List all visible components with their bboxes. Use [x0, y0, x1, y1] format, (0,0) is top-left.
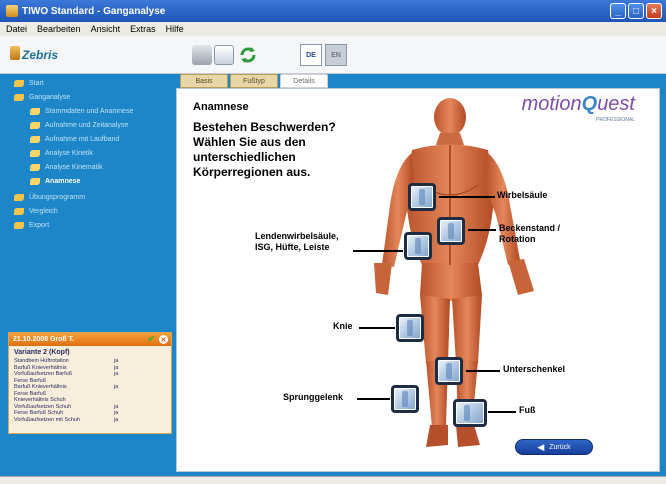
window-controls: _ □ × [610, 3, 662, 19]
patient-subtitle: Variante 2 (Kopf) [14, 349, 70, 356]
label-wirbelsaeule[interactable]: Wirbelsäule [497, 190, 547, 201]
app-logo: Zebris [9, 46, 59, 62]
bullet-icon [30, 122, 40, 129]
maximize-button[interactable]: □ [628, 3, 644, 19]
arrow-left-icon: ◀ [537, 441, 545, 452]
check-icon[interactable]: ✔ [147, 334, 155, 345]
minimize-button[interactable]: _ [610, 3, 626, 19]
sidebar-item-export[interactable]: Export [14, 222, 49, 229]
sidebar-item-vergleich[interactable]: Vergleich [14, 208, 58, 215]
label-knie[interactable]: Knie [333, 321, 353, 332]
app-window: TIWO Standard - Ganganalyse _ □ × Datei … [0, 0, 666, 484]
region-knie-hotspot[interactable] [396, 314, 424, 342]
patient-row: Vorfußaufsetzen mit Schuh ja [14, 416, 119, 423]
bullet-icon [30, 178, 40, 185]
leader-line [353, 250, 403, 252]
sidebar-item-aufnahme[interactable]: Aufnahme und Zeitanalyse [30, 122, 128, 129]
menu-help[interactable]: Hilfe [166, 24, 184, 34]
app-icon [6, 5, 18, 17]
sidebar-item-kinetik[interactable]: Analyse Kinetik [30, 150, 93, 157]
language-other-button[interactable]: EN [325, 44, 347, 66]
region-lende-hotspot[interactable] [404, 232, 432, 260]
patient-header[interactable]: 21.10.2008 Groß T. ✔ ✕ [9, 333, 171, 346]
menu-file[interactable]: Datei [6, 24, 27, 34]
leader-line [359, 327, 395, 329]
close-button[interactable]: × [646, 3, 662, 19]
region-wirbelsaeule-hotspot[interactable] [408, 183, 436, 211]
tab-fusstyp[interactable]: Fußtyp [230, 74, 278, 88]
body-figure-image [374, 98, 534, 447]
content-area: Basis Fußtyp Details motionQuest PROFESS… [172, 74, 666, 476]
tab-basis[interactable]: Basis [180, 74, 228, 88]
leader-line [439, 196, 495, 198]
sidebar-item-uebungsprogramm[interactable]: Übungsprogramm [14, 194, 85, 201]
leader-line [468, 229, 496, 231]
window-title: TIWO Standard - Ganganalyse [22, 5, 166, 17]
label-sprunggelenk[interactable]: Sprunggelenk [283, 392, 343, 403]
label-lende[interactable]: Lendenwirbelsäule, ISG, Hüfte, Leiste [255, 231, 359, 253]
menu-bar: Datei Bearbeiten Ansicht Extras Hilfe [0, 22, 666, 36]
label-fuss[interactable]: Fuß [519, 405, 536, 416]
region-becken-hotspot[interactable] [437, 217, 465, 245]
label-becken[interactable]: Beckenstand / Rotation [499, 223, 589, 245]
status-bar [0, 476, 666, 484]
region-fuss-hotspot[interactable] [453, 399, 487, 427]
leader-line [357, 398, 390, 400]
close-icon[interactable]: ✕ [159, 335, 168, 344]
brand-subtitle: PROFESSIONAL [596, 117, 635, 123]
sidebar-item-kinematik[interactable]: Analyse Kinematik [30, 164, 103, 171]
label-unterschenkel[interactable]: Unterschenkel [503, 364, 565, 375]
sidebar-item-start[interactable]: Start [14, 80, 44, 87]
menu-edit[interactable]: Bearbeiten [37, 24, 81, 34]
menu-view[interactable]: Ansicht [91, 24, 121, 34]
region-unterschenkel-hotspot[interactable] [435, 357, 463, 385]
bullet-icon [14, 94, 24, 101]
anamnese-panel: motionQuest PROFESSIONAL Anamnese Besteh… [176, 88, 660, 472]
document-icon[interactable] [214, 45, 234, 65]
bullet-icon [30, 108, 40, 115]
patient-panel: 21.10.2008 Groß T. ✔ ✕ Variante 2 (Kopf)… [8, 332, 172, 434]
sidebar-item-stammdaten[interactable]: Stammdaten und Anamnese [30, 108, 133, 115]
page-title: Anamnese [193, 101, 249, 113]
sidebar-item-anamnese[interactable]: Anamnese [30, 178, 80, 185]
tab-bar: Basis Fußtyp Details [180, 74, 328, 88]
menu-extras[interactable]: Extras [130, 24, 156, 34]
refresh-icon[interactable] [238, 45, 258, 65]
sidebar-item-ganganalyse[interactable]: Ganganalyse [14, 94, 70, 101]
bullet-icon [14, 222, 24, 229]
language-de-button[interactable]: DE [300, 44, 322, 66]
bullet-icon [30, 150, 40, 157]
title-bar: TIWO Standard - Ganganalyse _ □ × [0, 0, 666, 22]
bullet-icon [14, 194, 24, 201]
bullet-icon [30, 164, 40, 171]
toolbar: Zebris DE EN [0, 36, 666, 74]
bullet-icon [14, 80, 24, 87]
sidebar-item-laufband[interactable]: Aufnahme mit Laufband [30, 136, 119, 143]
bullet-icon [14, 208, 24, 215]
leader-line [488, 411, 516, 413]
back-button[interactable]: ◀ Zurück [515, 439, 593, 455]
region-sprunggelenk-hotspot[interactable] [391, 385, 419, 413]
bullet-icon [30, 136, 40, 143]
leader-line [466, 370, 500, 372]
print-icon[interactable] [192, 45, 212, 65]
instruction-text: Bestehen Beschwerden? Wählen Sie aus den… [193, 120, 336, 179]
tab-details[interactable]: Details [280, 74, 328, 88]
